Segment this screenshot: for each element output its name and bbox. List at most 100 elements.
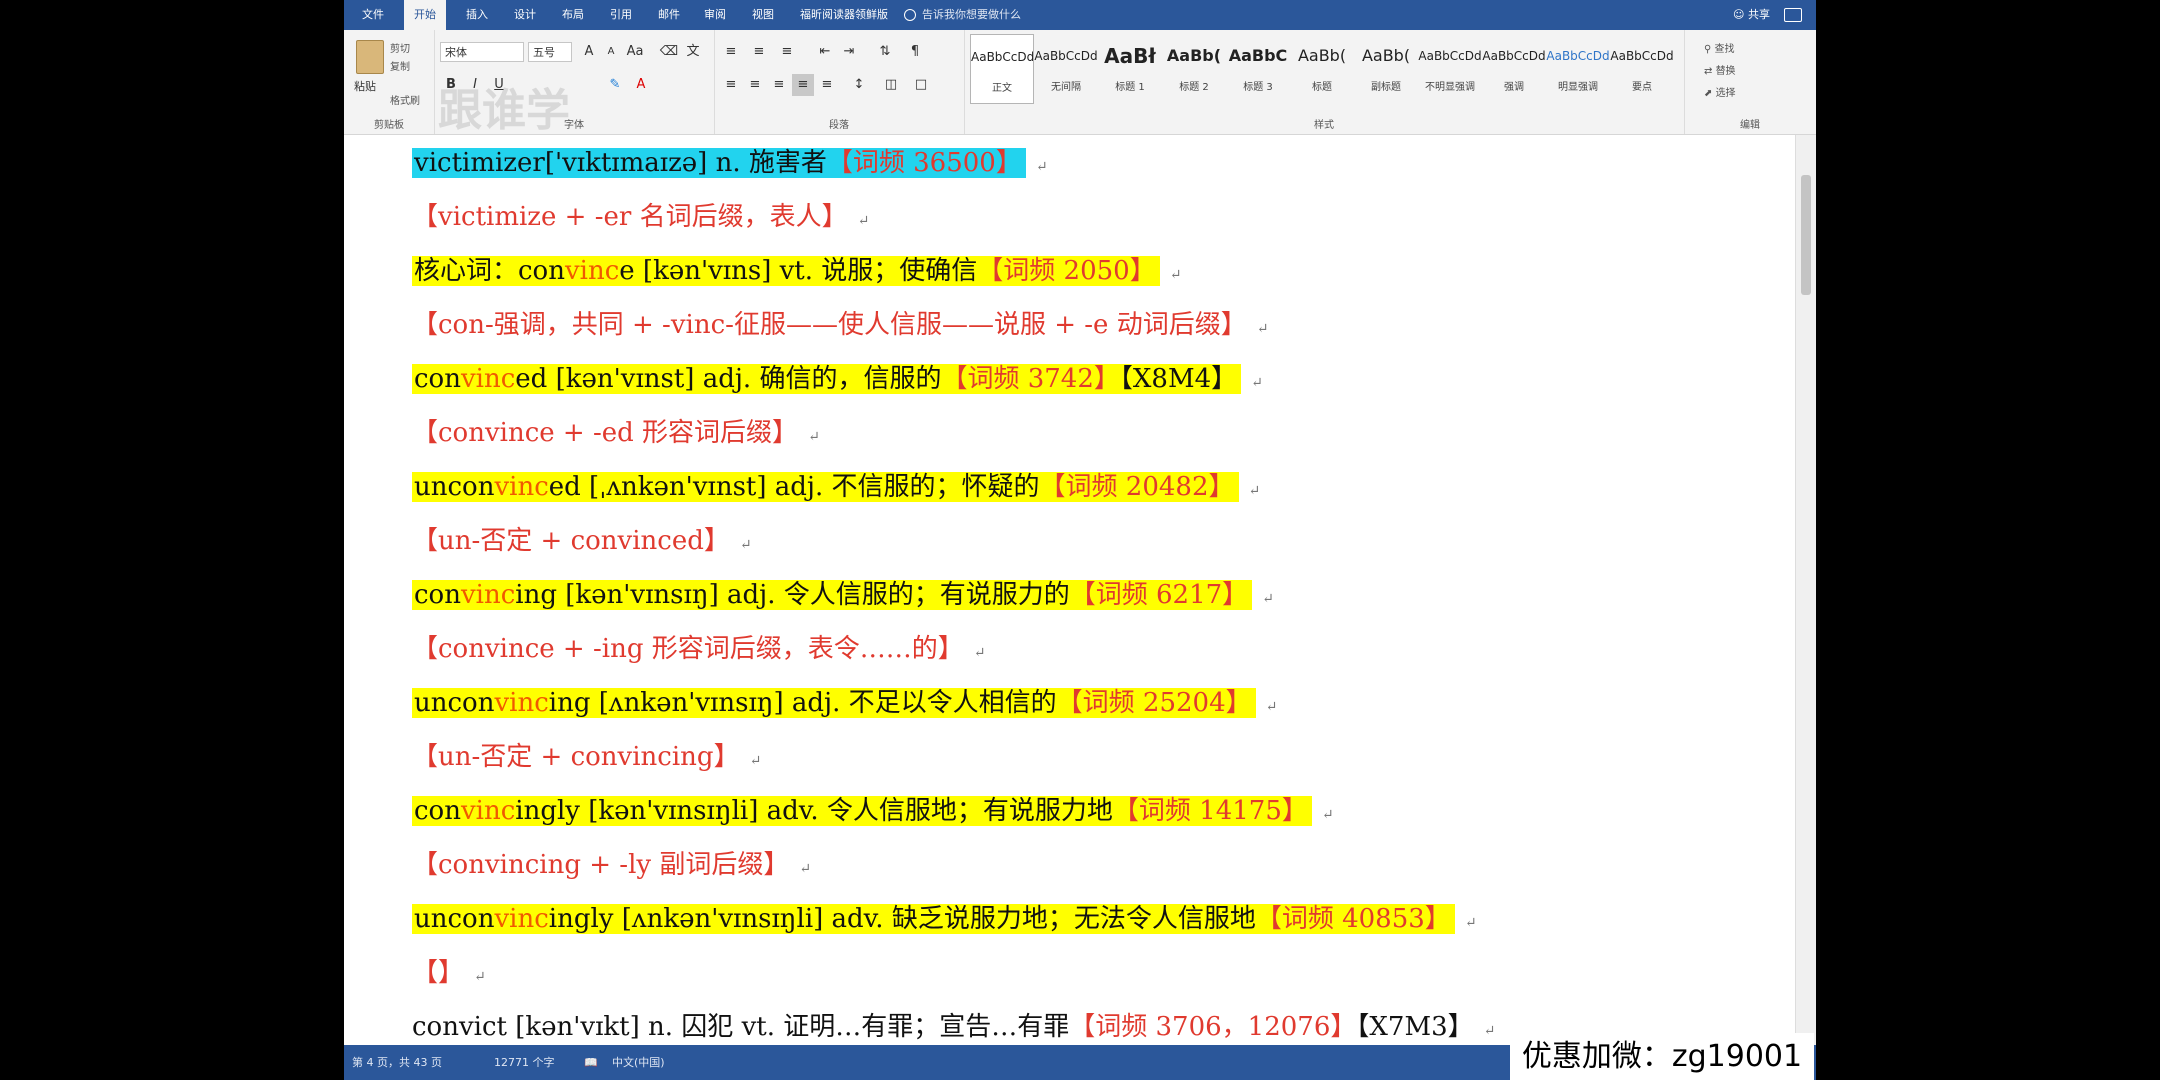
document-line[interactable]: unconvincing [ʌnkən'vɪnsɪŋ] adj. 不足以令人相信… [412, 683, 1277, 723]
select-button[interactable]: ⬈ 选择 [1704, 84, 1736, 99]
paragraph-mark-icon: ↵ [1265, 699, 1278, 715]
paste-button[interactable]: 粘贴 [354, 78, 376, 94]
change-case-icon[interactable]: Aa [624, 41, 646, 63]
document-line[interactable]: 核心词：convince [kən'vɪns] vt. 说服；使确信【词频 20… [412, 251, 1181, 291]
language-indicator[interactable]: 中文(中国) [612, 1045, 665, 1080]
increase-indent-icon[interactable]: ⇥ [838, 41, 860, 63]
document-line[interactable]: 【convincing + -ly 副词后缀】 ↵ [412, 845, 811, 885]
style-item[interactable]: AaBb(标题 2 [1162, 34, 1226, 104]
paragraph-mark-icon: ↵ [1251, 375, 1263, 391]
document-line[interactable]: 【con-强调，共同 + -vinc-征服——使人信服——说服 + -e 动词后… [412, 305, 1268, 345]
document-area: victimizer['vɪktɪmaɪzə] n. 施害者【词频 36500】… [344, 135, 1816, 1045]
font-color-icon[interactable]: A [630, 74, 652, 96]
shading-icon[interactable]: ◫ [880, 74, 902, 96]
share-button[interactable]: ☺ 共享 [1733, 0, 1770, 30]
tab-7[interactable]: 审阅 [694, 0, 736, 30]
paragraph-mark-icon: ↵ [1262, 591, 1274, 607]
style-item[interactable]: AaBł 标题 1 [1098, 34, 1162, 104]
grow-font-icon[interactable]: A [578, 41, 600, 63]
line-text: victimizer['vɪktɪmaɪzə] n. 施害者【词频 36500】 [412, 148, 1026, 178]
style-item[interactable]: AaBbCcDd 要点 [1610, 34, 1674, 104]
document-line[interactable]: 【un-否定 + convinced】 ↵ [412, 521, 752, 561]
bullets-icon[interactable]: ≡ [720, 41, 742, 63]
replace-button[interactable]: ⇄ 替换 [1704, 62, 1736, 77]
line-text: unconvinced [ˌʌnkən'vɪnst] adj. 不信服的；怀疑的… [412, 472, 1239, 502]
cut-button[interactable]: 剪切 [390, 40, 410, 55]
line-text: unconvincing [ʌnkən'vɪnsɪŋ] adj. 不足以令人相信… [412, 688, 1256, 718]
phonetic-icon[interactable]: 文 [682, 41, 704, 63]
tab-1[interactable]: 开始 [404, 0, 446, 30]
document-page[interactable]: victimizer['vɪktɪmaɪzə] n. 施害者【词频 36500】… [344, 135, 1796, 1045]
text-segment: ing [ʌnkən'vɪnsɪŋ] adj. 不足以令人相信的 [548, 688, 1057, 718]
document-line[interactable]: 【】 ↵ [412, 953, 486, 993]
paste-icon[interactable] [356, 40, 384, 74]
tab-4[interactable]: 布局 [552, 0, 594, 30]
document-line[interactable]: victimizer['vɪktɪmaɪzə] n. 施害者【词频 36500】… [412, 143, 1048, 183]
tab-6[interactable]: 邮件 [648, 0, 690, 30]
document-line[interactable]: 【convince + -ing 形容词后缀，表令……的】 ↵ [412, 629, 985, 669]
sort-icon[interactable]: ⇅ [874, 41, 896, 63]
tab-9[interactable]: 福昕阅读器领鲜版 [790, 0, 898, 30]
paragraph-mark-icon: ↵ [739, 537, 752, 553]
align-left-icon[interactable]: ≡ [720, 74, 742, 96]
align-center-icon[interactable]: ≡ [744, 74, 766, 96]
document-line[interactable]: convincingly [kən'vɪnsɪŋli] adv. 令人信服地；有… [412, 791, 1334, 831]
multilevel-list-icon[interactable]: ≡ [776, 41, 798, 63]
text-segment: con [414, 796, 461, 826]
document-line[interactable]: 【un-否定 + convincing】 ↵ [412, 737, 761, 777]
tab-0[interactable]: 文件 [352, 0, 394, 30]
distributed-icon[interactable]: ≡ [816, 74, 838, 96]
paragraph-label: 段落 [829, 120, 849, 131]
document-line[interactable]: convincing [kən'vɪnsɪŋ] adj. 令人信服的；有说服力的… [412, 575, 1274, 615]
tab-2[interactable]: 插入 [456, 0, 498, 30]
document-line[interactable]: convict [kən'vɪkt] n. 囚犯 vt. 证明…有罪；宣告…有罪… [412, 1007, 1495, 1045]
line-text: 【victimize + -er 名词后缀，表人】 [412, 202, 848, 232]
tell-me-box[interactable]: 告诉我你想要做什么 [904, 0, 1021, 30]
style-item[interactable]: AaBbCcDd 明显强调 [1546, 34, 1610, 104]
tab-8[interactable]: 视图 [742, 0, 784, 30]
borders-icon[interactable]: □ [910, 74, 932, 96]
copy-button[interactable]: 复制 [390, 58, 410, 73]
highlight-icon[interactable]: ✎ [604, 74, 626, 96]
word-count[interactable]: 12771 个字 [494, 1045, 555, 1080]
style-item[interactable]: AaBb(标题 [1290, 34, 1354, 104]
format-painter-button[interactable]: 格式刷 [390, 92, 420, 107]
paragraph-mark-icon: ↵ [973, 645, 986, 661]
shrink-font-icon[interactable]: A [600, 41, 622, 63]
find-button[interactable]: ⚲ 查找 [1704, 40, 1735, 55]
text-segment: ing [kən'vɪnsɪŋ] adj. 令人信服的；有说服力的 [515, 580, 1070, 610]
tab-5[interactable]: 引用 [600, 0, 642, 30]
text-segment: 【词频 2050】 [977, 256, 1156, 286]
vertical-scrollbar[interactable] [1795, 135, 1816, 1045]
proofing-icon[interactable]: 📖 [584, 1045, 598, 1080]
line-spacing-icon[interactable]: ↕ [848, 74, 870, 96]
justify-icon[interactable]: ≡ [792, 74, 814, 96]
text-segment: 【词频 3742】 [941, 364, 1120, 394]
numbering-icon[interactable]: ≡ [748, 41, 770, 63]
document-line[interactable]: 【convince + -ed 形容词后缀】 ↵ [412, 413, 820, 453]
page-count[interactable]: 第 4 页，共 43 页 [352, 1045, 442, 1080]
font-name-dropdown[interactable]: 宋体 [440, 42, 524, 62]
style-item[interactable]: AaBbCcDd 不明显强调 [1418, 34, 1482, 104]
text-segment: 【词频 25204】 [1056, 688, 1252, 718]
style-preview: AaBbCcDd [1610, 49, 1674, 63]
tab-3[interactable]: 设计 [504, 0, 546, 30]
align-right-icon[interactable]: ≡ [768, 74, 790, 96]
document-line[interactable]: unconvincingly [ʌnkən'vɪnsɪŋli] adv. 缺乏说… [412, 899, 1477, 939]
style-item[interactable]: AaBbC 标题 3 [1226, 34, 1290, 104]
style-item[interactable]: AaBbCcDd 强调 [1482, 34, 1546, 104]
font-size-dropdown[interactable]: 五号 [528, 42, 572, 62]
style-preview: AaBbCcDd [971, 50, 1033, 64]
style-item[interactable]: AaBbCcDd 正文 [970, 34, 1034, 104]
line-text: convincingly [kən'vɪnsɪŋli] adv. 令人信服地；有… [412, 796, 1312, 826]
document-line[interactable]: convinced [kən'vɪnst] adj. 确信的，信服的【词频 37… [412, 359, 1263, 399]
clear-format-icon[interactable]: ⌫ [658, 41, 680, 63]
document-line[interactable]: unconvinced [ˌʌnkən'vɪnst] adj. 不信服的；怀疑的… [412, 467, 1260, 507]
scrollbar-thumb[interactable] [1801, 175, 1811, 295]
decrease-indent-icon[interactable]: ⇤ [814, 41, 836, 63]
style-item[interactable]: AaBb(副标题 [1354, 34, 1418, 104]
comment-icon[interactable] [1784, 8, 1802, 22]
style-item[interactable]: AaBbCcDd 无间隔 [1034, 34, 1098, 104]
show-marks-icon[interactable]: ¶ [904, 41, 926, 63]
document-line[interactable]: 【victimize + -er 名词后缀，表人】 ↵ [412, 197, 869, 237]
